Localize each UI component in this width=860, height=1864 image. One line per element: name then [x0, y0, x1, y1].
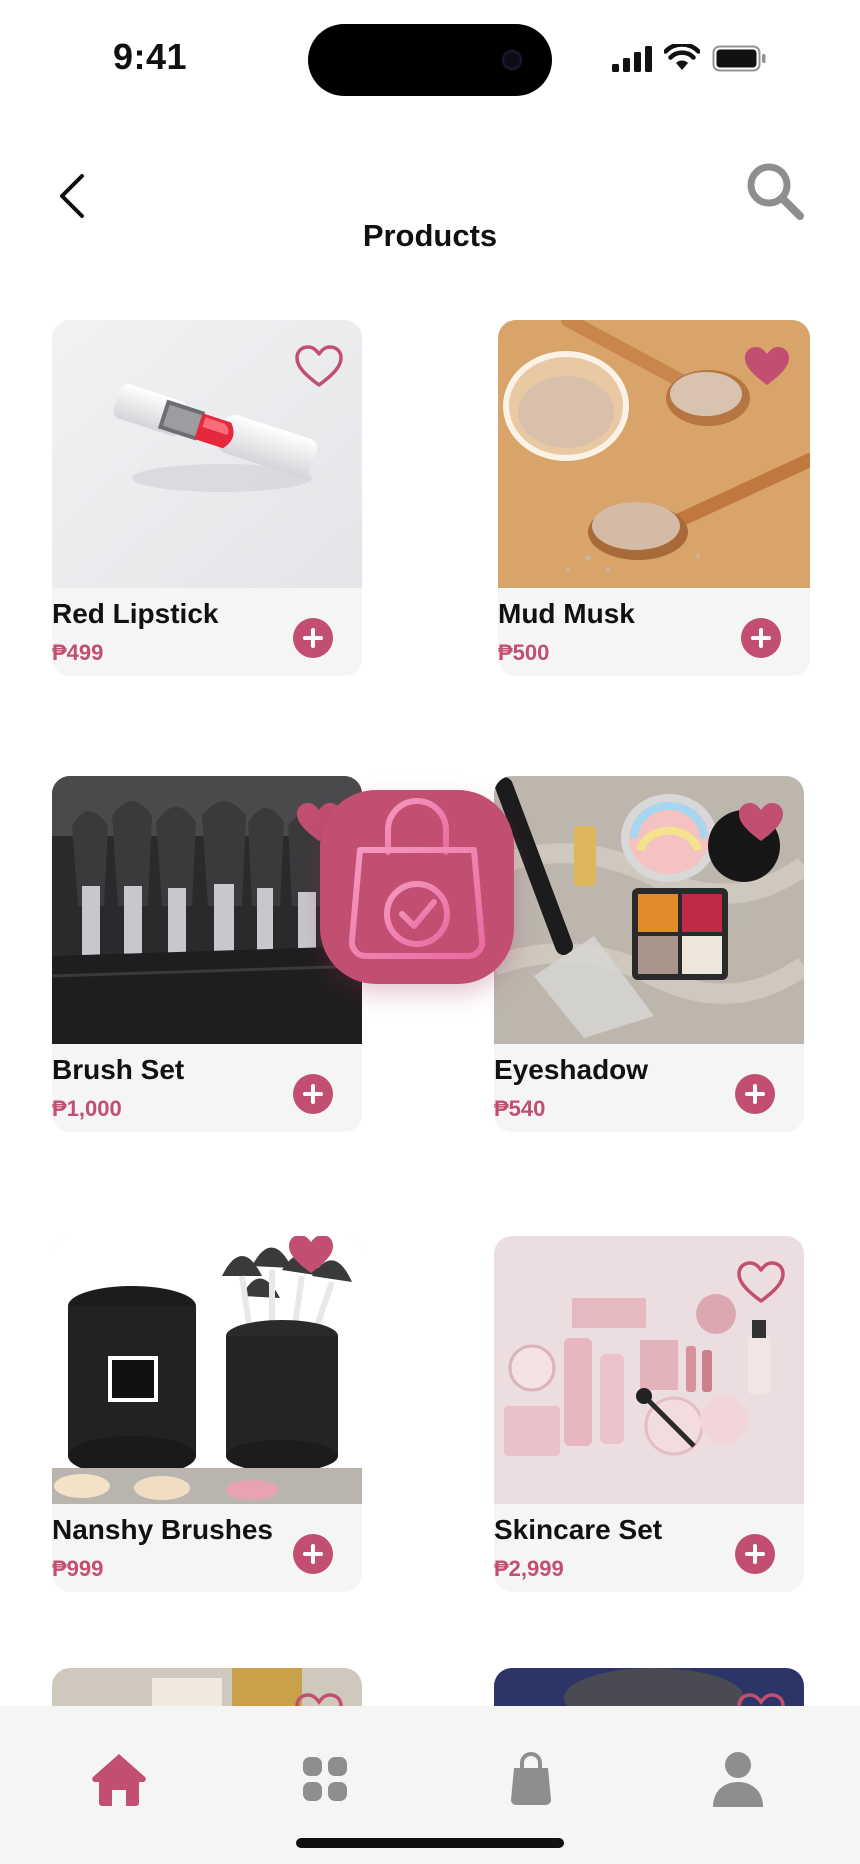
shopping-bag-check-icon [348, 798, 486, 960]
add-to-cart-button[interactable] [735, 1074, 775, 1114]
product-card-brush-set[interactable]: Brush Set ₱1,000 [52, 776, 362, 1132]
battery-icon [712, 45, 766, 72]
grid-icon [303, 1757, 347, 1801]
favorite-filled-icon[interactable] [736, 800, 786, 844]
product-card-red-lipstick[interactable]: Red Lipstick ₱499 [52, 320, 362, 676]
add-to-cart-button[interactable] [735, 1534, 775, 1574]
product-card-mud-musk[interactable]: Mud Musk ₱500 [498, 320, 810, 676]
search-icon [747, 163, 804, 220]
product-name: Red Lipstick [52, 598, 219, 629]
favorite-outline-icon[interactable] [736, 1260, 786, 1304]
home-indicator [296, 1838, 564, 1848]
shopping-bag-icon [511, 1752, 551, 1805]
cellular-signal-icon [612, 46, 652, 72]
product-name: Mud Musk [498, 598, 635, 629]
add-to-cart-button[interactable] [293, 618, 333, 658]
search-button[interactable] [744, 160, 806, 222]
added-to-bag-overlay [320, 790, 514, 984]
product-image [52, 1236, 362, 1504]
status-time: 9:41 [113, 36, 188, 77]
product-card-nanshy-brushes[interactable]: Nanshy Brushes ₱999 [52, 1236, 362, 1592]
nav-profile[interactable] [703, 1744, 773, 1814]
chevron-left-icon [60, 174, 84, 218]
product-price: ₱540 [494, 1096, 546, 1121]
product-price: ₱1,000 [52, 1096, 122, 1121]
product-price: ₱2,999 [494, 1556, 564, 1581]
product-card-eyeshadow[interactable]: Eyeshadow ₱540 [494, 776, 804, 1132]
nav-home[interactable] [84, 1744, 154, 1814]
product-name: Nanshy Brushes [52, 1514, 273, 1545]
nav-cart[interactable] [496, 1744, 566, 1814]
add-to-cart-button[interactable] [293, 1074, 333, 1114]
favorite-filled-icon[interactable] [742, 344, 792, 388]
profile-icon [713, 1752, 763, 1807]
add-to-cart-button[interactable] [741, 618, 781, 658]
status-bar: 9:41 [0, 0, 860, 110]
product-price: ₱999 [52, 1556, 104, 1581]
product-card-skincare-set[interactable]: Skincare Set ₱2,999 [494, 1236, 804, 1592]
product-name: Eyeshadow [494, 1054, 649, 1085]
favorite-filled-icon[interactable] [286, 1236, 336, 1276]
product-name: Brush Set [52, 1054, 185, 1085]
product-price: ₱500 [498, 640, 550, 665]
favorite-outline-icon[interactable] [294, 344, 344, 388]
nav-categories[interactable] [290, 1744, 360, 1814]
home-icon [92, 1754, 146, 1806]
back-button[interactable] [52, 170, 92, 222]
dynamic-island [308, 24, 552, 96]
product-name: Skincare Set [494, 1514, 663, 1545]
wifi-icon [664, 44, 700, 70]
product-price: ₱499 [52, 640, 104, 665]
add-to-cart-button[interactable] [293, 1534, 333, 1574]
page-title: Products [362, 218, 498, 253]
